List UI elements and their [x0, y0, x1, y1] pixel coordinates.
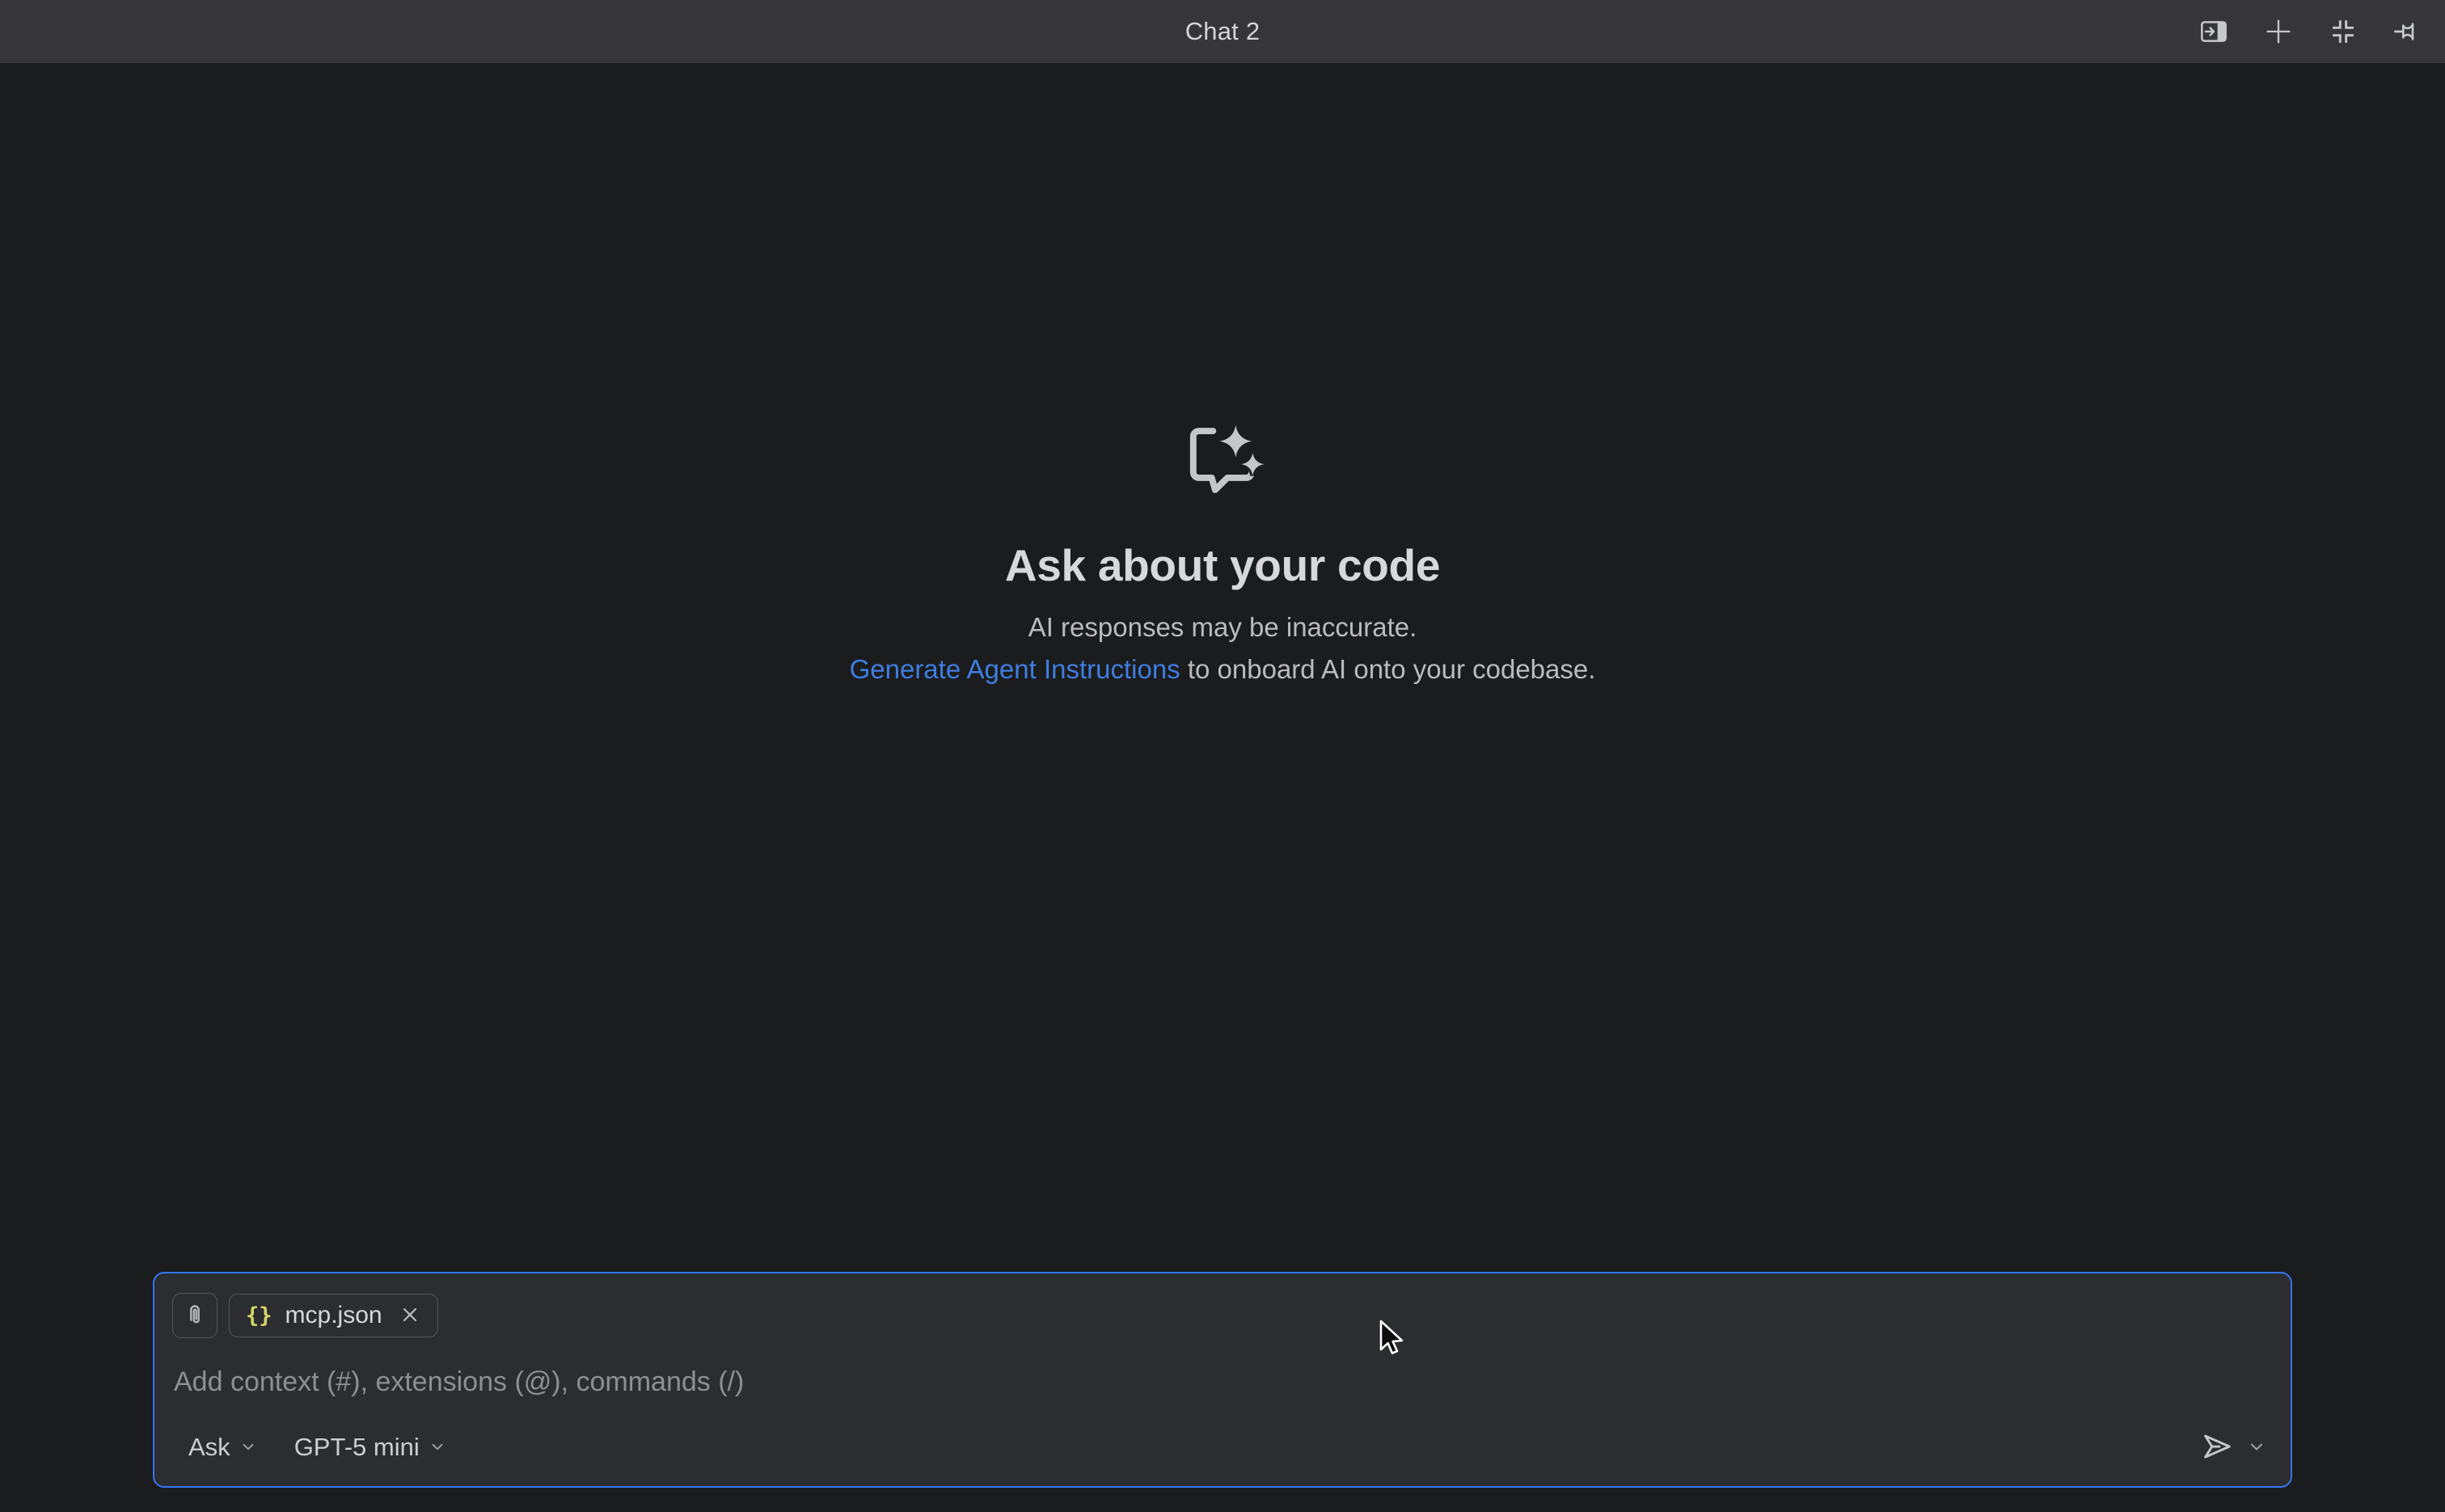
model-selector[interactable]: GPT-5 mini [294, 1433, 446, 1462]
header-actions [2198, 0, 2424, 63]
empty-state-hint: Generate Agent Instructions to onboard A… [850, 654, 1596, 685]
title-bar: Chat 2 [0, 0, 2445, 63]
dock-right-icon [2198, 15, 2230, 48]
remove-context-button[interactable] [399, 1303, 421, 1328]
send-icon [2198, 1428, 2236, 1468]
send-controls [2198, 1428, 2273, 1468]
hint-suffix: to onboard AI onto your codebase. [1180, 654, 1596, 684]
empty-chat-state: Ask about your code AI responses may be … [0, 415, 2445, 685]
paperclip-icon [181, 1301, 209, 1331]
composer-controls-row: Ask GPT-5 mini [172, 1426, 2273, 1468]
chat-composer[interactable]: {} mcp.json Ask GPT-5 mini [153, 1272, 2292, 1488]
plus-icon [2262, 15, 2295, 48]
model-selector-value: GPT-5 mini [294, 1433, 420, 1462]
mode-selector[interactable]: Ask [188, 1433, 257, 1462]
pin-window-button[interactable] [2392, 15, 2424, 48]
chat-tab-title: Chat 2 [1185, 17, 1261, 46]
attach-context-button[interactable] [172, 1293, 217, 1338]
chevron-down-icon [429, 1433, 446, 1462]
chat-message-input[interactable] [172, 1364, 2273, 1401]
send-options-button[interactable] [2247, 1437, 2266, 1459]
new-chat-button[interactable] [2262, 15, 2295, 48]
composer-attachments-row: {} mcp.json [172, 1293, 2273, 1338]
mode-selector-value: Ask [188, 1433, 230, 1462]
context-chip-label: mcp.json [285, 1302, 382, 1329]
json-braces-icon: {} [246, 1303, 272, 1328]
open-in-editor-button[interactable] [2198, 15, 2230, 48]
empty-state-title: Ask about your code [1005, 539, 1440, 591]
chevron-down-icon [2247, 1437, 2266, 1459]
chevron-down-icon [239, 1433, 257, 1462]
send-button[interactable] [2198, 1428, 2236, 1468]
collapse-icon [2327, 15, 2359, 48]
context-chip-mcp-json[interactable]: {} mcp.json [229, 1294, 438, 1337]
generate-agent-instructions-link[interactable]: Generate Agent Instructions [850, 654, 1180, 684]
close-icon [399, 1303, 421, 1328]
chat-sparkles-icon [1177, 415, 1268, 505]
collapse-window-button[interactable] [2327, 15, 2359, 48]
empty-state-subtitle: AI responses may be inaccurate. [1028, 612, 1417, 643]
pin-icon [2392, 15, 2424, 48]
